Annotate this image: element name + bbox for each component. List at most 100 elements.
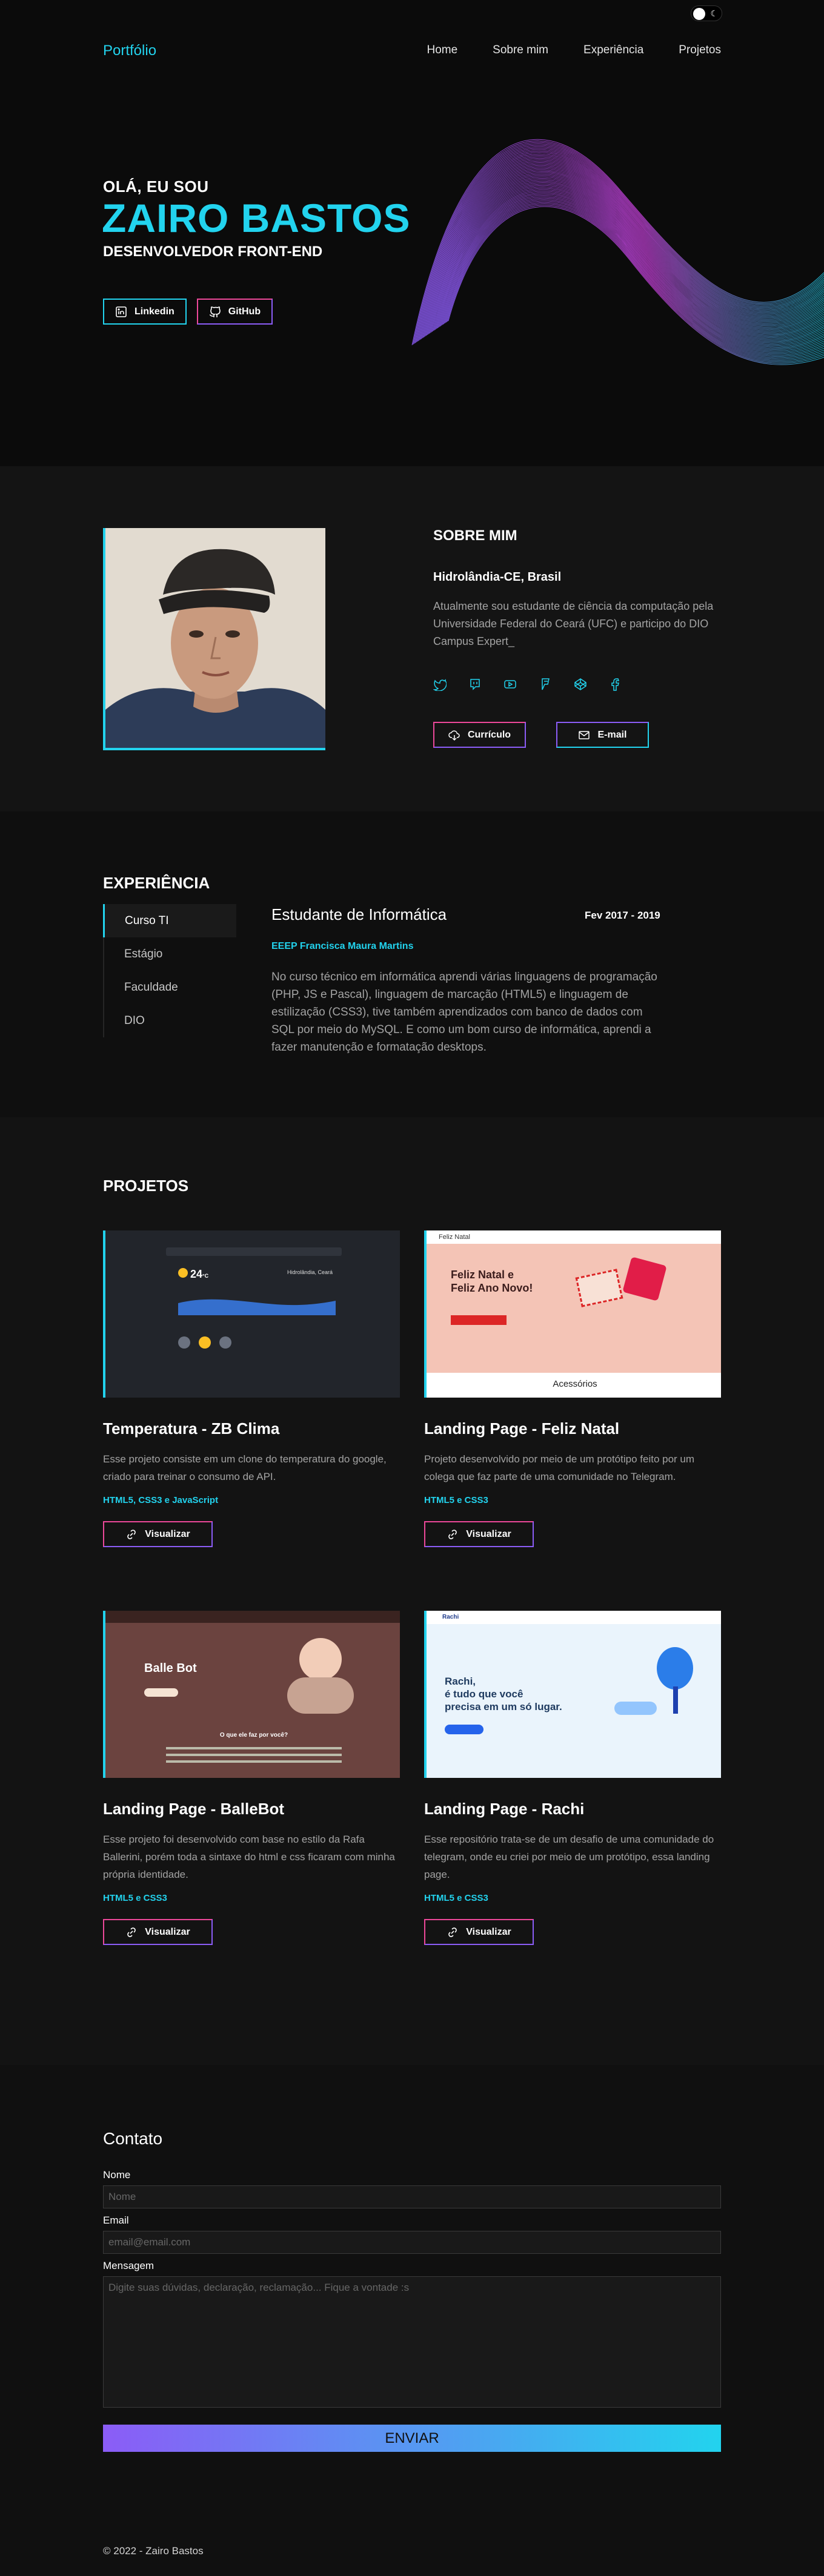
tab-estagio[interactable]: Estágio bbox=[103, 937, 236, 971]
view-label: Visualizar bbox=[466, 1926, 511, 1937]
tab-dio[interactable]: DIO bbox=[103, 1004, 236, 1037]
nav-about[interactable]: Sobre mim bbox=[493, 44, 548, 57]
mock-headline: Rachi, é tudo que você precisa em um só lu… bbox=[445, 1675, 562, 1713]
mock-section-title: Acessórios bbox=[553, 1379, 597, 1389]
linkedin-label: Linkedin bbox=[135, 306, 174, 317]
robot-body bbox=[287, 1677, 354, 1714]
mock-temp-unit: °C bbox=[202, 1273, 209, 1279]
hero-buttons: Linkedin GitHub bbox=[103, 299, 273, 325]
project-description: Esse repositório trata-se de um desafio … bbox=[424, 1834, 714, 1880]
link-icon bbox=[448, 1927, 457, 1937]
view-project-button[interactable]: Visualizar bbox=[424, 1521, 534, 1547]
project-title: Landing Page - BalleBot bbox=[103, 1800, 285, 1818]
send-button[interactable]: ENVIAR bbox=[103, 2425, 721, 2452]
view-project-button[interactable]: Visualizar bbox=[424, 1919, 534, 1945]
hero-section: ☾ Portfólio Home Sobre mim Experiência P… bbox=[0, 0, 824, 466]
brand-logo[interactable]: Portfólio bbox=[103, 42, 156, 59]
nav-projects[interactable]: Projetos bbox=[679, 44, 721, 57]
mock-temperature: 24°C bbox=[190, 1268, 208, 1281]
resume-label: Currículo bbox=[467, 729, 511, 740]
twitter-icon[interactable] bbox=[433, 678, 447, 691]
project-title: Landing Page - Rachi bbox=[424, 1800, 585, 1818]
nav-experience[interactable]: Experiência bbox=[583, 44, 643, 57]
mock-question: O que ele faz por você? bbox=[219, 1732, 288, 1739]
about-buttons: Currículo E-mail bbox=[433, 722, 649, 748]
tab-curso-ti[interactable]: Curso TI bbox=[103, 904, 236, 937]
email-button[interactable]: E-mail bbox=[556, 722, 649, 748]
about-section: SOBRE MIM Hidrolândia-CE, Brasil Atualme… bbox=[0, 466, 824, 811]
project-screenshot[interactable]: Rachi Rachi, é tudo que você precisa em um… bbox=[424, 1611, 721, 1778]
view-project-button[interactable]: Visualizar bbox=[103, 1919, 213, 1945]
discord-icon[interactable] bbox=[468, 678, 482, 691]
tab-faculdade[interactable]: Faculdade bbox=[103, 971, 236, 1004]
email-label: Email bbox=[103, 2214, 129, 2226]
mock-headline-2: Feliz Ano Novo! bbox=[451, 1282, 533, 1294]
project-title: Landing Page - Feliz Natal bbox=[424, 1419, 620, 1438]
link-icon bbox=[448, 1529, 457, 1539]
mock-headline-2: é tudo que você bbox=[445, 1688, 523, 1700]
mock-cta bbox=[144, 1688, 178, 1697]
project-description: Projeto desenvolvido por meio de um prot… bbox=[424, 1453, 695, 1482]
robot-icon bbox=[299, 1638, 342, 1680]
view-label: Visualizar bbox=[145, 1528, 190, 1539]
view-project-button[interactable]: Visualizar bbox=[103, 1521, 213, 1547]
toggle-knob bbox=[693, 8, 705, 20]
foursquare-icon[interactable] bbox=[539, 678, 552, 691]
mock-temp-value: 24 bbox=[190, 1268, 203, 1280]
project-tech: HTML5 e CSS3 bbox=[424, 1893, 488, 1903]
mock-cta bbox=[451, 1315, 507, 1325]
name-input[interactable]: Nome bbox=[103, 2185, 721, 2208]
project-tech: HTML5 e CSS3 bbox=[424, 1495, 488, 1505]
facebook-icon[interactable] bbox=[609, 678, 622, 691]
gift-box-icon bbox=[622, 1257, 667, 1301]
name-label: Nome bbox=[103, 2169, 131, 2181]
cloud-icon bbox=[178, 1336, 190, 1349]
hero-wave-graphic bbox=[411, 139, 824, 365]
nav-home[interactable]: Home bbox=[427, 44, 457, 57]
project-tech: HTML5, CSS3 e JavaScript bbox=[103, 1495, 219, 1505]
contact-section: Contato Nome Nome Email email@email.com … bbox=[0, 2065, 824, 2576]
person-icon bbox=[614, 1702, 657, 1715]
project-card: Feliz Natal Feliz Natal e Feliz Ano Novo!… bbox=[424, 1230, 721, 1547]
experience-description: No curso técnico em informática aprendi … bbox=[271, 971, 657, 1054]
project-card: Rachi Rachi, é tudo que você precisa em um… bbox=[424, 1611, 721, 1945]
linkedin-icon bbox=[116, 306, 127, 317]
mock-temp-chart bbox=[178, 1299, 336, 1315]
github-button[interactable]: GitHub bbox=[196, 299, 273, 325]
theme-toggle[interactable]: ☾ bbox=[691, 5, 722, 21]
about-title: SOBRE MIM bbox=[433, 527, 517, 544]
project-tech: HTML5 e CSS3 bbox=[103, 1893, 167, 1903]
linkedin-button[interactable]: Linkedin bbox=[103, 299, 187, 325]
about-text: Atualmente sou estudante de ciência da c… bbox=[433, 600, 714, 647]
project-screenshot[interactable]: 24°C Hidrolândia, Ceará bbox=[103, 1230, 400, 1398]
github-icon bbox=[209, 306, 221, 317]
hero-name: ZAIRO BASTOS bbox=[102, 196, 411, 240]
email-input[interactable]: email@email.com bbox=[103, 2231, 721, 2254]
hero-greeting: OLÁ, EU SOU bbox=[103, 177, 209, 196]
mock-cta bbox=[445, 1725, 483, 1734]
mock-text-line bbox=[166, 1754, 342, 1756]
projects-title: PROJETOS bbox=[103, 1177, 189, 1195]
experience-date: Fev 2017 - 2019 bbox=[585, 910, 660, 921]
tree-icon bbox=[657, 1647, 693, 1689]
footer-copyright: © 2022 - Zairo Bastos bbox=[103, 2545, 204, 2557]
youtube-icon[interactable] bbox=[503, 678, 517, 691]
experience-role: Estudante de Informática bbox=[271, 905, 447, 923]
project-screenshot[interactable]: Feliz Natal Feliz Natal e Feliz Ano Novo!… bbox=[424, 1230, 721, 1398]
project-screenshot[interactable]: Balle Bot O que ele faz por você? bbox=[103, 1611, 400, 1778]
mock-headline: Feliz Natal e Feliz Ano Novo! bbox=[451, 1268, 533, 1295]
message-textarea[interactable]: Digite suas dúvidas, declaração, reclama… bbox=[103, 2276, 721, 2408]
mock-navbar bbox=[427, 1230, 721, 1244]
cloud-icon bbox=[219, 1336, 231, 1349]
tree-trunk bbox=[673, 1686, 678, 1714]
project-description: Esse projeto consiste em um clone do tem… bbox=[103, 1453, 387, 1482]
about-location: Hidrolândia-CE, Brasil bbox=[433, 570, 562, 584]
view-label: Visualizar bbox=[145, 1926, 190, 1937]
gift-icon bbox=[575, 1269, 623, 1307]
contact-title: Contato bbox=[103, 2129, 163, 2148]
message-label: Mensagem bbox=[103, 2260, 154, 2271]
experience-section: EXPERIÊNCIA Curso TI Estágio Faculdade D… bbox=[0, 811, 824, 1117]
view-label: Visualizar bbox=[466, 1528, 511, 1539]
codepen-icon[interactable] bbox=[574, 678, 587, 691]
resume-button[interactable]: Currículo bbox=[433, 722, 526, 748]
